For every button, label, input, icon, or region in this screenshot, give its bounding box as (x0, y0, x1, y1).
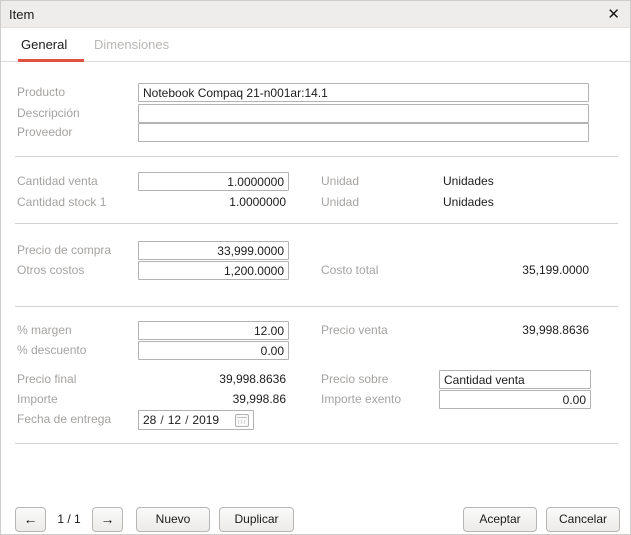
record-pager: 1 / 1 (49, 507, 89, 532)
precio-venta-value: 39,998.8636 (439, 321, 589, 340)
cantidad-stock-label: Cantidad stock 1 (17, 193, 106, 212)
fecha-entrega-label: Fecha de entrega (17, 410, 111, 429)
separator (15, 223, 618, 224)
descuento-input[interactable] (138, 341, 289, 360)
aceptar-button[interactable]: Aceptar (463, 507, 537, 532)
unidad-venta-label: Unidad (321, 172, 359, 191)
cantidad-venta-input[interactable] (138, 172, 289, 191)
proveedor-label: Proveedor (17, 123, 72, 142)
dialog-title: Item (9, 7, 34, 22)
previous-record-button[interactable]: ← (15, 507, 46, 532)
next-record-button[interactable]: → (92, 507, 123, 532)
duplicar-button[interactable]: Duplicar (219, 507, 294, 532)
margen-input[interactable] (138, 321, 289, 340)
precio-sobre-label: Precio sobre (321, 370, 388, 389)
precio-compra-label: Precio de compra (17, 241, 111, 260)
importe-value: 39,998.86 (138, 390, 286, 409)
precio-final-value: 39,998.8636 (138, 370, 286, 389)
date-separator: / (185, 413, 188, 427)
importe-exento-input[interactable] (439, 390, 591, 409)
fecha-entrega-input[interactable]: 28 / 12 / 2019 (138, 410, 254, 430)
descuento-label: % descuento (17, 341, 86, 360)
precio-venta-label: Precio venta (321, 321, 388, 340)
producto-input[interactable] (138, 83, 589, 102)
cancelar-button[interactable]: Cancelar (546, 507, 620, 532)
precio-final-label: Precio final (17, 370, 76, 389)
costo-total-label: Costo total (321, 261, 378, 280)
title-bar: Item ✕ (1, 1, 630, 28)
close-icon[interactable]: ✕ (607, 7, 620, 22)
unidad-venta-value: Unidades (443, 172, 494, 191)
descripcion-input[interactable] (138, 104, 589, 123)
importe-exento-label: Importe exento (321, 390, 401, 409)
importe-label: Importe (17, 390, 58, 409)
nuevo-button[interactable]: Nuevo (136, 507, 210, 532)
tab-bar: General Dimensiones (1, 28, 630, 62)
separator (15, 156, 618, 157)
proveedor-input[interactable] (138, 123, 589, 142)
fecha-day[interactable]: 28 (143, 413, 156, 427)
otros-costos-input[interactable] (138, 261, 289, 280)
calendar-icon[interactable] (235, 414, 249, 427)
fecha-month[interactable]: 12 (168, 413, 181, 427)
active-tab-underline (18, 59, 84, 62)
producto-label: Producto (17, 83, 65, 102)
arrow-left-icon: ← (24, 511, 38, 527)
cantidad-venta-label: Cantidad venta (17, 172, 98, 191)
tab-general[interactable]: General (21, 37, 67, 52)
arrow-right-icon: → (101, 511, 115, 527)
separator (15, 443, 618, 444)
otros-costos-label: Otros costos (17, 261, 84, 280)
tab-dimensiones[interactable]: Dimensiones (94, 37, 169, 52)
precio-sobre-input[interactable] (439, 370, 591, 389)
date-separator: / (160, 413, 163, 427)
cantidad-stock-value: 1.0000000 (138, 193, 286, 212)
margen-label: % margen (17, 321, 72, 340)
fecha-year[interactable]: 2019 (192, 413, 219, 427)
separator (15, 306, 618, 307)
unidad-stock-value: Unidades (443, 193, 494, 212)
precio-compra-input[interactable] (138, 241, 289, 260)
item-dialog: Item ✕ General Dimensiones Producto Desc… (0, 0, 631, 535)
unidad-stock-label: Unidad (321, 193, 359, 212)
costo-total-value: 35,199.0000 (439, 261, 589, 280)
descripcion-label: Descripción (17, 104, 80, 123)
